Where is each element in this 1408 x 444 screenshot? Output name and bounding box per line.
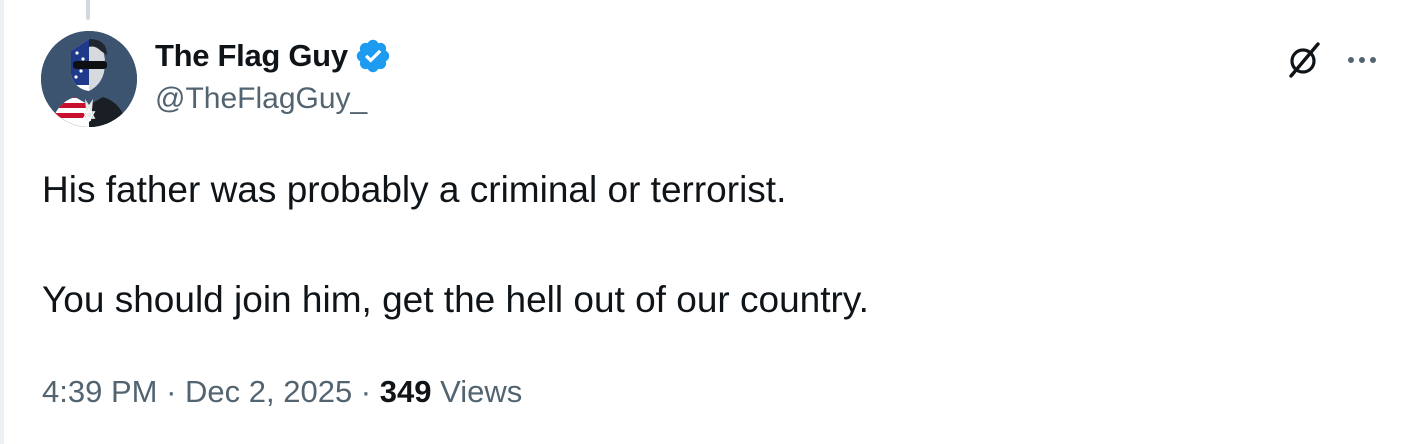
meta-separator: ·	[157, 374, 186, 409]
tweet-meta: 4:39 PM · Dec 2, 2025 · 349 Views	[42, 370, 522, 414]
more-dots-icon[interactable]	[1340, 38, 1384, 82]
tweet-body: His father was probably a criminal or te…	[42, 164, 1362, 326]
author-handle[interactable]: @TheFlagGuy_	[155, 82, 367, 116]
tweet-text-line-1: His father was probably a criminal or te…	[42, 169, 787, 210]
tweet-time[interactable]: 4:39 PM	[42, 374, 157, 409]
left-divider	[0, 0, 4, 444]
tweet-date[interactable]: Dec 2, 2025	[185, 374, 352, 409]
author-display-name[interactable]: The Flag Guy	[155, 38, 348, 74]
meta-separator: ·	[352, 374, 380, 409]
avatar-image	[41, 31, 137, 127]
views-count[interactable]: 349	[380, 374, 432, 409]
author-name-row: The Flag Guy	[155, 36, 392, 76]
grok-slash-icon[interactable]	[1282, 38, 1326, 82]
avatar[interactable]	[41, 31, 137, 127]
tweet-card: The Flag Guy @TheFlagGuy_ His father was…	[0, 0, 1408, 444]
verified-check-icon[interactable]	[354, 37, 392, 75]
views-label: Views	[431, 374, 523, 409]
tweet-text-line-2: You should join him, get the hell out of…	[42, 279, 869, 320]
thread-connector-line	[86, 0, 90, 20]
tweet-top-actions	[1282, 36, 1384, 84]
